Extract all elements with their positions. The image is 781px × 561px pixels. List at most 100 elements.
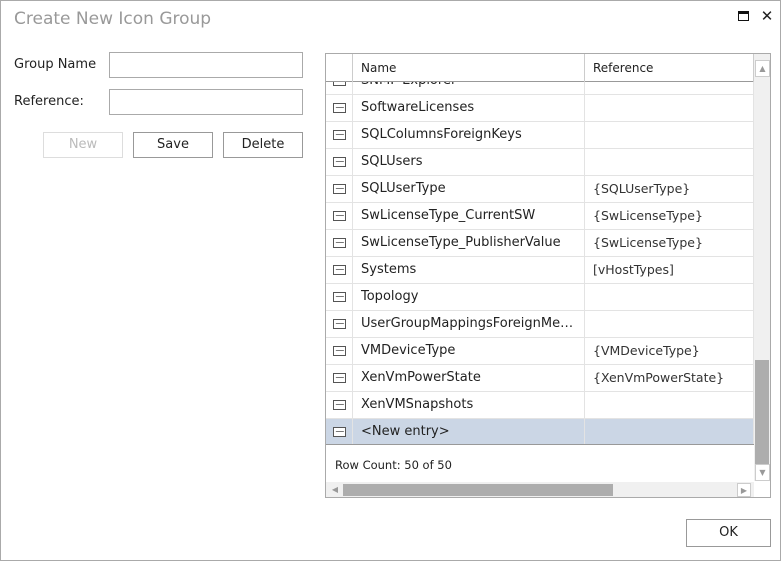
name-cell[interactable]: XenVmPowerState (353, 365, 585, 391)
reference-cell[interactable]: {SwLicenseType} (585, 230, 754, 256)
name-cell[interactable]: SNMP Explorer (353, 82, 585, 94)
scroll-left-icon[interactable]: ◀ (328, 483, 342, 497)
name-cell[interactable]: XenVMSnapshots (353, 392, 585, 418)
scroll-right-icon[interactable]: ▶ (737, 483, 751, 497)
image-icon (333, 319, 346, 329)
horizontal-scrollbar[interactable]: ◀ ▶ (326, 482, 754, 497)
scroll-up-icon[interactable]: ▲ (755, 60, 770, 77)
table-row[interactable]: SQLUserType {SQLUserType} (326, 176, 754, 203)
table-row[interactable]: XenVMSnapshots (326, 392, 754, 419)
name-cell[interactable]: SwLicenseType_CurrentSW (353, 203, 585, 229)
image-icon (333, 184, 346, 194)
name-cell[interactable]: VMDeviceType (353, 338, 585, 364)
table-row[interactable]: SQLUsers (326, 149, 754, 176)
table-row[interactable]: Topology (326, 284, 754, 311)
image-icon (333, 400, 346, 410)
reference-cell[interactable]: {SwLicenseType} (585, 203, 754, 229)
reference-cell[interactable] (585, 95, 754, 121)
ok-button-label: OK (719, 525, 738, 540)
reference-label: Reference: (14, 94, 84, 109)
reference-cell[interactable]: {XenVmPowerState} (585, 365, 754, 391)
row-icon-cell (326, 122, 353, 148)
group-name-label: Group Name (14, 57, 97, 72)
table-row[interactable]: SwLicenseType_CurrentSW {SwLicenseType} (326, 203, 754, 230)
delete-button[interactable]: Delete (223, 132, 303, 158)
vertical-scroll-thumb[interactable] (755, 360, 769, 464)
table-row[interactable]: SwLicenseType_PublisherValue {SwLicenseT… (326, 230, 754, 257)
image-icon (333, 346, 346, 356)
header-name[interactable]: Name (353, 54, 585, 82)
name-cell[interactable]: SQLUserType (353, 176, 585, 202)
image-icon (333, 238, 346, 248)
reference-cell[interactable] (585, 419, 754, 444)
new-button[interactable]: New (43, 132, 123, 158)
name-cell[interactable]: Systems (353, 257, 585, 283)
table-row[interactable]: Systems [vHostTypes] (326, 257, 754, 284)
grid-body: SNMP Explorer SoftwareLicenses SQLColumn… (326, 82, 754, 445)
name-cell[interactable]: SQLUsers (353, 149, 585, 175)
scroll-down-icon[interactable]: ▼ (755, 464, 770, 481)
row-icon-cell (326, 95, 353, 121)
row-icon-cell (326, 176, 353, 202)
header-icon-column (326, 54, 353, 82)
name-cell[interactable]: Topology (353, 284, 585, 310)
row-icon-cell (326, 203, 353, 229)
reference-cell[interactable]: {VMDeviceType} (585, 338, 754, 364)
name-cell[interactable]: SoftwareLicenses (353, 95, 585, 121)
reference-cell[interactable] (585, 284, 754, 310)
delete-button-label: Delete (241, 137, 285, 152)
name-cell[interactable]: <New entry> (353, 419, 585, 444)
image-icon (333, 157, 346, 167)
image-icon (333, 82, 346, 86)
table-row[interactable]: <New entry> (326, 419, 754, 444)
table-row[interactable]: XenVmPowerState {XenVmPowerState} (326, 365, 754, 392)
image-icon (333, 265, 346, 275)
table-row[interactable]: SQLColumnsForeignKeys (326, 122, 754, 149)
row-icon-cell (326, 82, 353, 94)
reference-cell[interactable]: {SQLUserType} (585, 176, 754, 202)
dialog-window: Create New Icon Group ✕ Group Name Refer… (0, 0, 781, 561)
row-icon-cell (326, 338, 353, 364)
row-icon-cell (326, 311, 353, 337)
image-icon (333, 130, 346, 140)
reference-cell[interactable] (585, 392, 754, 418)
reference-cell[interactable] (585, 122, 754, 148)
grid-header: Name Reference (326, 54, 754, 82)
reference-cell[interactable] (585, 82, 754, 94)
reference-cell[interactable] (585, 311, 754, 337)
table-row[interactable]: UserGroupMappingsForeignMembers (326, 311, 754, 338)
ok-button[interactable]: OK (686, 519, 771, 547)
image-icon (333, 373, 346, 383)
reference-input[interactable] (109, 89, 303, 115)
image-icon (333, 427, 346, 437)
header-reference[interactable]: Reference (585, 54, 754, 82)
new-button-label: New (68, 137, 98, 152)
row-icon-cell (326, 284, 353, 310)
horizontal-scroll-thumb[interactable] (343, 484, 613, 496)
table-row[interactable]: VMDeviceType {VMDeviceType} (326, 338, 754, 365)
table-row[interactable]: SoftwareLicenses (326, 95, 754, 122)
save-button[interactable]: Save (133, 132, 213, 158)
save-button-label: Save (157, 137, 189, 152)
row-icon-cell (326, 392, 353, 418)
name-cell[interactable]: SwLicenseType_PublisherValue (353, 230, 585, 256)
row-icon-cell (326, 419, 353, 444)
icon-group-grid[interactable]: Name Reference SNMP Explorer SoftwareLic… (325, 53, 771, 498)
image-icon (333, 211, 346, 221)
row-icon-cell (326, 365, 353, 391)
row-icon-cell (326, 230, 353, 256)
name-cell[interactable]: UserGroupMappingsForeignMembers (353, 311, 585, 337)
row-icon-cell (326, 257, 353, 283)
row-count: Row Count: 50 of 50 (335, 458, 452, 472)
maximize-icon[interactable] (734, 7, 752, 25)
reference-cell[interactable] (585, 149, 754, 175)
row-icon-cell (326, 149, 353, 175)
vertical-scrollbar[interactable]: ▲ ▼ (754, 54, 770, 481)
reference-cell[interactable]: [vHostTypes] (585, 257, 754, 283)
close-icon[interactable]: ✕ (758, 7, 776, 25)
image-icon (333, 103, 346, 113)
table-row[interactable]: SNMP Explorer (326, 82, 754, 95)
dialog-title: Create New Icon Group (14, 9, 212, 29)
name-cell[interactable]: SQLColumnsForeignKeys (353, 122, 585, 148)
group-name-input[interactable] (109, 52, 303, 78)
